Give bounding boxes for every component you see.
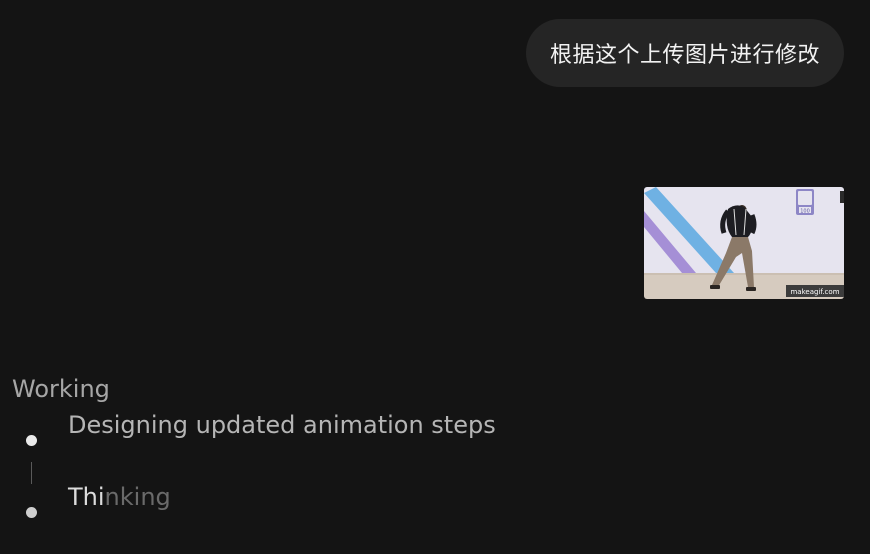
uploaded-image-thumbnail[interactable]: 100 makeagif.com <box>644 187 844 299</box>
step-bullet-icon <box>26 507 37 518</box>
step-label: Designing updated animation steps <box>68 411 496 439</box>
wall-badge-text: 100 <box>800 209 810 215</box>
step-label-shimmer: Thi <box>68 483 105 511</box>
status-heading: Working <box>12 375 110 403</box>
chat-window: 根据这个上传图片进行修改 100 makeagif.com Working De… <box>0 0 870 554</box>
watermark-text: makeagif.com <box>790 288 839 296</box>
step-label-rest: nking <box>104 483 171 511</box>
dancer-image: 100 makeagif.com <box>644 187 844 299</box>
step-label-active: Thinking <box>68 483 171 511</box>
step-connector <box>31 462 32 484</box>
user-message-text: 根据这个上传图片进行修改 <box>549 43 820 68</box>
step-bullet-icon <box>26 435 37 446</box>
user-message-bubble: 根据这个上传图片进行修改 <box>525 19 844 87</box>
